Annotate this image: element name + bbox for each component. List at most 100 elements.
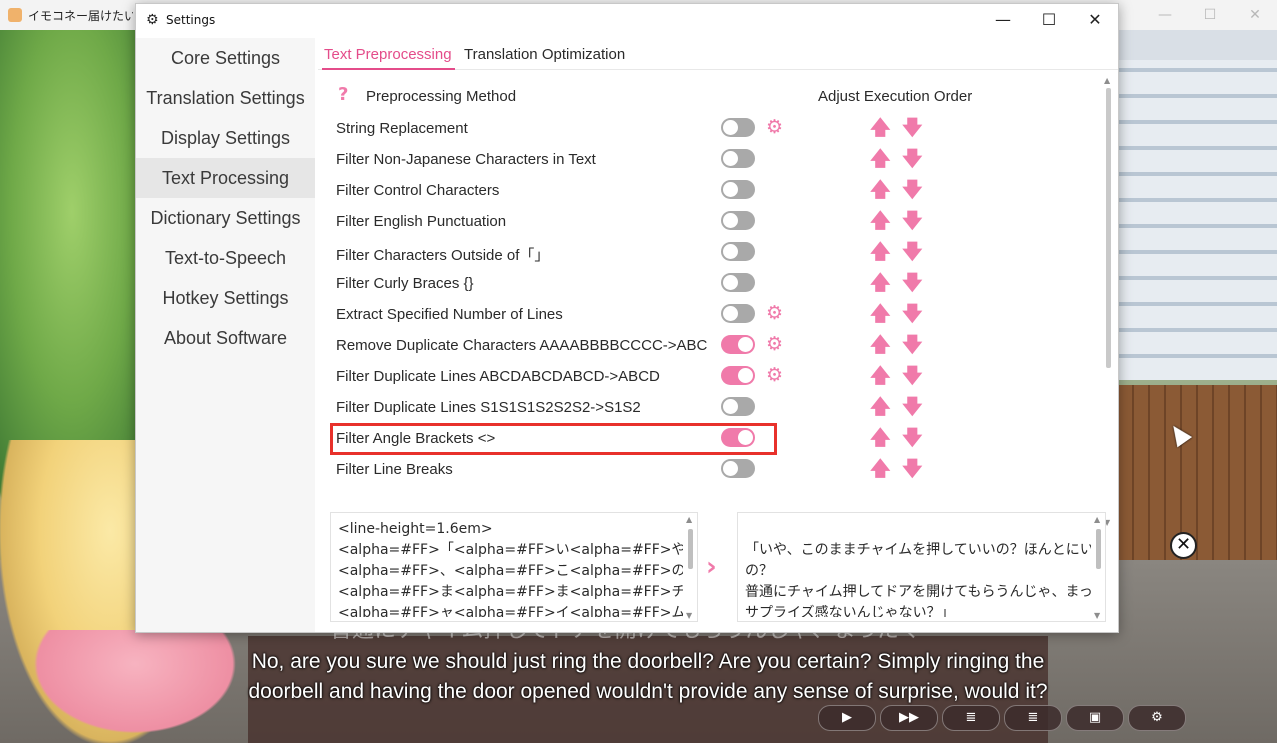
- settings-window: ⚙ Settings — ☐ ✕ Core Settings Translati…: [135, 3, 1119, 633]
- arrow-up-icon[interactable]: 🡅: [870, 394, 891, 418]
- load-button[interactable]: ≣: [1004, 705, 1062, 731]
- method-label: Extract Specified Number of Lines: [336, 306, 563, 323]
- sidebar-item-hotkey-settings[interactable]: Hotkey Settings: [136, 278, 315, 318]
- process-arrow-icon: ›: [706, 552, 717, 582]
- sidebar-item-text-processing[interactable]: Text Processing: [136, 158, 315, 198]
- execution-order-header: Adjust Execution Order: [818, 88, 973, 105]
- play-icon: ▶: [842, 710, 852, 725]
- arrow-down-icon[interactable]: 🡇: [902, 332, 923, 356]
- arrow-down-icon[interactable]: 🡇: [902, 146, 923, 170]
- method-toggle[interactable]: [721, 459, 755, 478]
- sidebar-item-dictionary-settings[interactable]: Dictionary Settings: [136, 198, 315, 238]
- input-scroll-thumb[interactable]: [688, 529, 693, 569]
- method-toggle[interactable]: [721, 304, 755, 323]
- arrow-up-icon[interactable]: 🡅: [870, 270, 891, 294]
- method-label: Remove Duplicate Characters AAAABBBBCCCC…: [336, 337, 708, 354]
- method-toggle[interactable]: [721, 118, 755, 137]
- list-item: Remove Duplicate Characters AAAABBBBCCCC…: [332, 331, 1092, 362]
- arrow-down-icon[interactable]: 🡇: [902, 177, 923, 201]
- scroll-thumb[interactable]: [1106, 88, 1111, 368]
- arrow-up-icon[interactable]: 🡅: [870, 146, 891, 170]
- scroll-up-icon[interactable]: ▲: [1104, 76, 1110, 85]
- main-panel: Text Preprocessing Translation Optimizat…: [318, 38, 1118, 632]
- arrow-down-icon[interactable]: 🡇: [902, 394, 923, 418]
- game-app-icon: [8, 8, 22, 22]
- gear-icon[interactable]: ⚙: [766, 116, 783, 138]
- method-toggle[interactable]: [721, 180, 755, 199]
- arrow-up-icon[interactable]: 🡅: [870, 425, 891, 449]
- output-scroll-up-icon[interactable]: ▲: [1094, 515, 1100, 524]
- active-tab-underline: [322, 68, 455, 70]
- method-toggle[interactable]: [721, 211, 755, 230]
- tab-text-preprocessing[interactable]: Text Preprocessing: [324, 46, 452, 63]
- arrow-down-icon[interactable]: 🡇: [902, 425, 923, 449]
- arrow-up-icon[interactable]: 🡅: [870, 177, 891, 201]
- game-maximize-button[interactable]: ☐: [1195, 4, 1225, 26]
- help-question-icon[interactable]: ?: [338, 84, 348, 105]
- output-text-box[interactable]: 「いや、このままチャイムを押していいの？ほんとにいい の？ 普通にチャイム押して…: [737, 512, 1106, 622]
- game-close-button[interactable]: ✕: [1240, 4, 1270, 26]
- input-text-box[interactable]: <line-height=1.6em> <alpha=#FF>「<alpha=#…: [330, 512, 698, 622]
- gear-icon[interactable]: ⚙: [766, 364, 783, 386]
- method-toggle[interactable]: [721, 335, 755, 354]
- arrow-down-icon[interactable]: 🡇: [902, 208, 923, 232]
- arrow-up-icon[interactable]: 🡅: [870, 208, 891, 232]
- toggle-knob: [723, 120, 738, 135]
- maximize-button[interactable]: ☐: [1026, 7, 1072, 33]
- save-button[interactable]: ≣: [942, 705, 1000, 731]
- arrow-up-icon[interactable]: 🡅: [870, 363, 891, 387]
- sidebar-item-text-to-speech[interactable]: Text-to-Speech: [136, 238, 315, 278]
- list-item: Filter Control Characters 🡅 🡇: [332, 176, 1092, 207]
- list-scrollbar[interactable]: ▲ ▼: [1102, 76, 1114, 528]
- arrow-up-icon[interactable]: 🡅: [870, 239, 891, 263]
- arrow-down-icon[interactable]: 🡇: [902, 115, 923, 139]
- arrow-down-icon[interactable]: 🡇: [902, 363, 923, 387]
- list-item: Extract Specified Number of Lines ⚙ 🡅 🡇: [332, 300, 1092, 331]
- arrow-up-icon[interactable]: 🡅: [870, 115, 891, 139]
- method-label: Filter Duplicate Lines ABCDABCDABCD->ABC…: [336, 368, 660, 385]
- sidebar-item-display-settings[interactable]: Display Settings: [136, 118, 315, 158]
- subtitle-english: No, are you sure we should just ring the…: [248, 650, 1048, 703]
- arrow-down-icon[interactable]: 🡇: [902, 270, 923, 294]
- input-scrollbar[interactable]: ▲ ▼: [685, 515, 695, 621]
- background-fence: [1118, 385, 1277, 565]
- gear-icon[interactable]: ⚙: [766, 333, 783, 355]
- method-label: Filter Curly Braces {}: [336, 275, 474, 292]
- input-scroll-up-icon[interactable]: ▲: [686, 515, 692, 524]
- arrow-up-icon[interactable]: 🡅: [870, 456, 891, 480]
- arrow-down-icon[interactable]: 🡇: [902, 301, 923, 325]
- output-scroll-down-icon[interactable]: ▼: [1094, 611, 1100, 620]
- arrow-up-icon[interactable]: 🡅: [870, 301, 891, 325]
- play-button[interactable]: ▶: [818, 705, 876, 731]
- method-label: String Replacement: [336, 120, 468, 137]
- method-toggle[interactable]: [721, 149, 755, 168]
- background-building: [1118, 60, 1277, 380]
- close-button[interactable]: ✕: [1072, 7, 1118, 33]
- minimize-button[interactable]: —: [980, 7, 1026, 33]
- sidebar-item-translation-settings[interactable]: Translation Settings: [136, 78, 315, 118]
- close-circle-icon[interactable]: ✕: [1170, 532, 1197, 559]
- method-toggle[interactable]: [721, 397, 755, 416]
- input-text-content: <line-height=1.6em> <alpha=#FF>「<alpha=#…: [338, 521, 683, 617]
- tab-translation-optimization[interactable]: Translation Optimization: [464, 46, 625, 63]
- arrow-down-icon[interactable]: 🡇: [902, 456, 923, 480]
- gear-icon[interactable]: ⚙: [766, 302, 783, 324]
- sidebar-item-about-software[interactable]: About Software: [136, 318, 315, 358]
- log-button[interactable]: ▣: [1066, 705, 1124, 731]
- tab-bar: Text Preprocessing Translation Optimizat…: [318, 38, 1118, 70]
- arrow-down-icon[interactable]: 🡇: [902, 239, 923, 263]
- game-minimize-button[interactable]: —: [1150, 4, 1180, 26]
- input-scroll-down-icon[interactable]: ▼: [686, 611, 692, 620]
- output-scroll-thumb[interactable]: [1096, 529, 1101, 569]
- method-toggle[interactable]: [721, 242, 755, 261]
- method-toggle[interactable]: [721, 273, 755, 292]
- fast-forward-button[interactable]: ▶▶: [880, 705, 938, 731]
- settings-titlebar: ⚙ Settings — ☐ ✕: [136, 4, 1118, 35]
- method-toggle[interactable]: [721, 366, 755, 385]
- sidebar-item-core-settings[interactable]: Core Settings: [136, 38, 315, 78]
- game-settings-button[interactable]: ⚙: [1128, 705, 1186, 731]
- gear-icon: ⚙: [146, 12, 159, 28]
- arrow-up-icon[interactable]: 🡅: [870, 332, 891, 356]
- output-scrollbar[interactable]: ▲ ▼: [1093, 515, 1103, 621]
- list-item: Filter English Punctuation 🡅 🡇: [332, 207, 1092, 238]
